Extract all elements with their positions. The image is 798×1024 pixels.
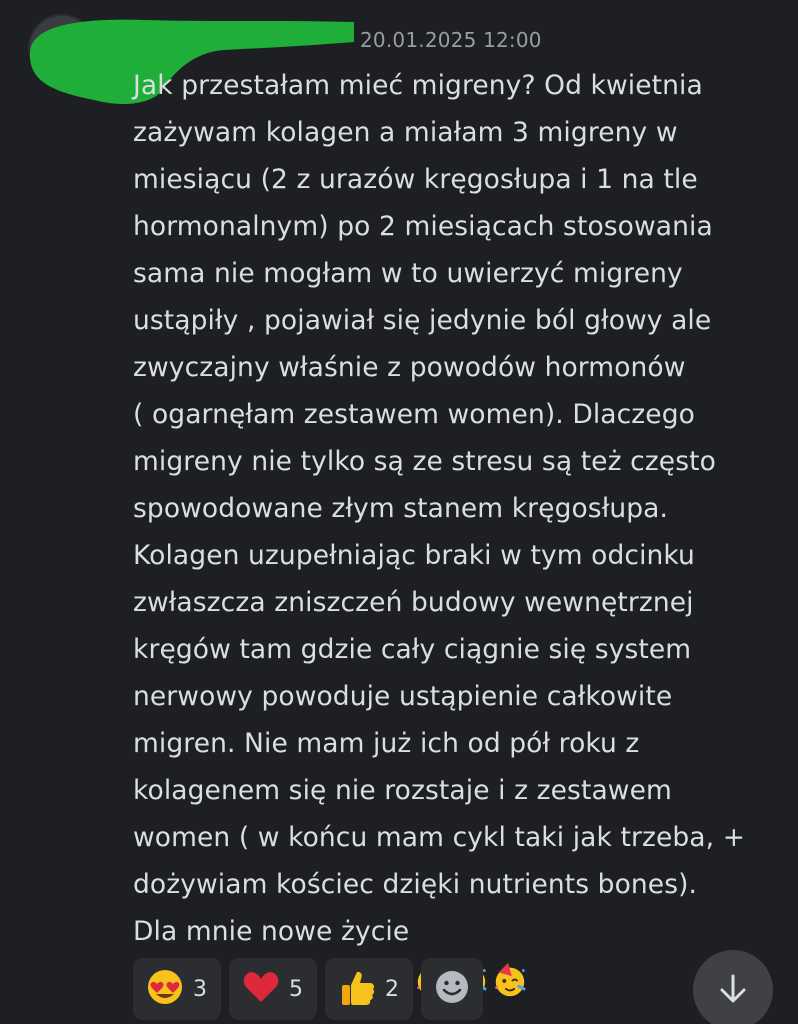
reaction-count: 5	[289, 976, 303, 1002]
reaction-count: 3	[193, 976, 207, 1002]
message-text-block: Jak przestałam mieć migreny? Od kwietnia…	[133, 62, 773, 1024]
message-timestamp: 20.01.2025 12:00	[360, 28, 542, 52]
partying-face-icon	[491, 914, 529, 1024]
reaction-count: 2	[385, 976, 399, 1002]
reaction-thumbs-up[interactable]: 2	[325, 958, 413, 1020]
message-text: Jak przestałam mieć migreny? Od kwietnia…	[133, 70, 746, 947]
reactions-bar: 3 5 2	[133, 958, 483, 1020]
arrow-down-icon	[715, 970, 751, 1010]
reaction-red-heart[interactable]: 5	[229, 958, 317, 1020]
add-reaction-button[interactable]	[421, 958, 483, 1020]
chat-screen: 20.01.2025 12:00 Jak przestałam mieć mig…	[0, 0, 798, 1024]
smiley-icon	[434, 969, 470, 1009]
scroll-to-bottom-button[interactable]	[693, 950, 773, 1024]
red-heart-icon	[241, 967, 281, 1011]
reaction-heart-eyes[interactable]: 3	[133, 958, 221, 1020]
heart-eyes-icon	[145, 967, 185, 1011]
thumbs-up-icon	[337, 967, 377, 1011]
